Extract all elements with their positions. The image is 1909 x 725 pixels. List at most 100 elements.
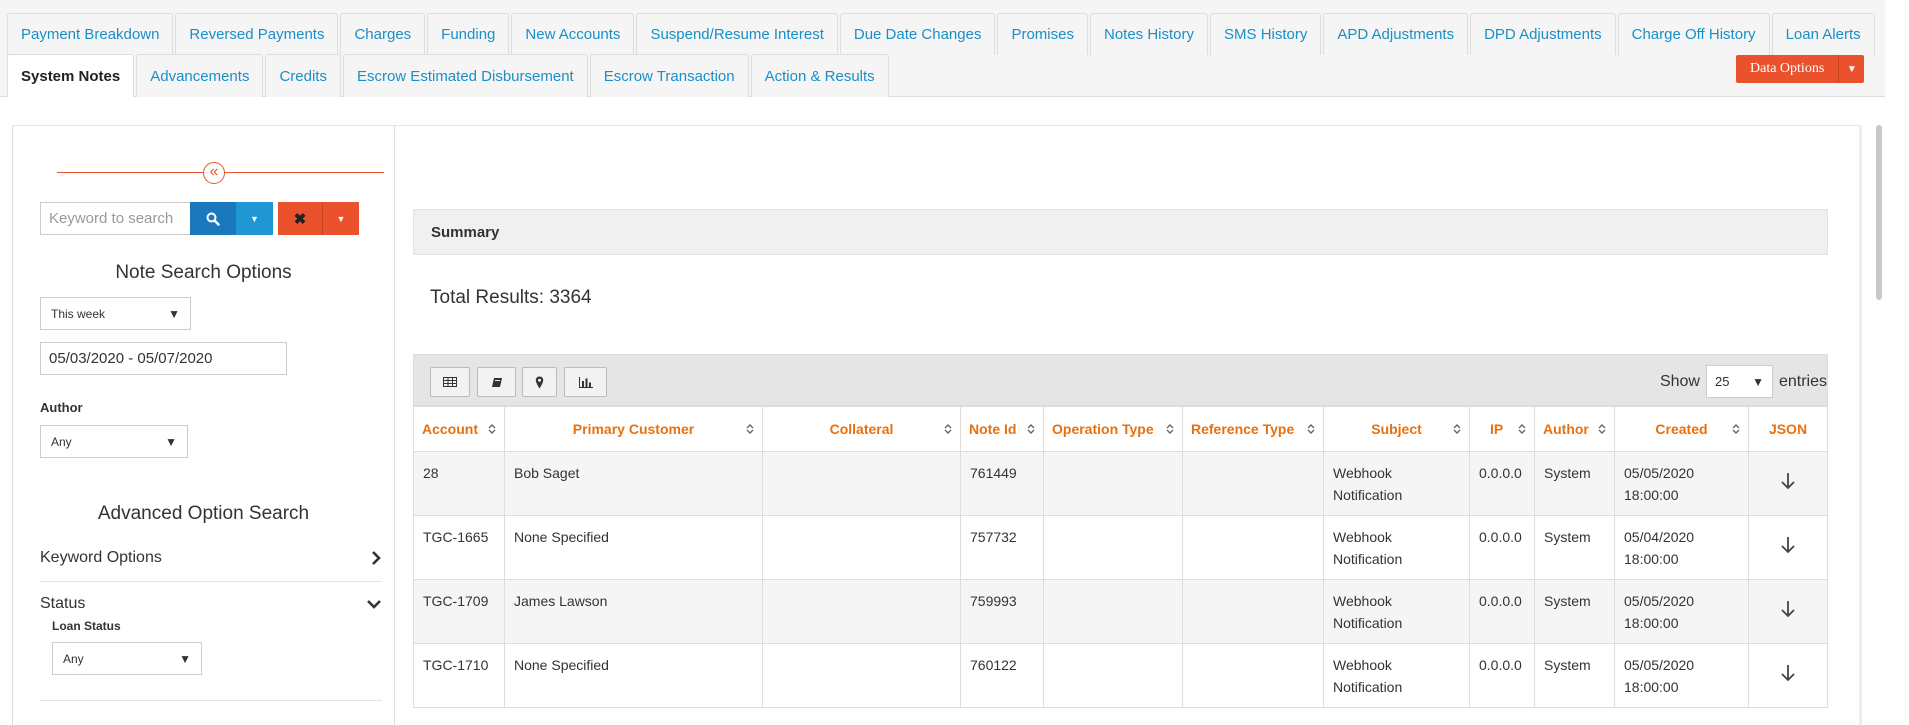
sort-icon <box>944 423 952 435</box>
tab-new-accounts[interactable]: New Accounts <box>511 13 635 55</box>
chart-view-button[interactable] <box>564 367 607 397</box>
tab-system-notes[interactable]: System Notes <box>7 54 135 97</box>
bar-chart-icon <box>578 376 593 388</box>
data-options-caret-button[interactable]: ▼ <box>1838 55 1865 83</box>
tab-due-date-changes[interactable]: Due Date Changes <box>839 13 996 55</box>
cell-json <box>1748 643 1828 708</box>
cell-created: 05/05/2020 18:00:00 <box>1614 643 1749 708</box>
tab-notes-history[interactable]: Notes History <box>1089 13 1209 55</box>
column-header-note-id[interactable]: Note Id <box>960 406 1044 452</box>
search-button[interactable] <box>190 202 236 235</box>
search-icon <box>206 212 220 226</box>
cell-ip: 0.0.0.0 <box>1469 451 1535 516</box>
system-notes-table: Account Primary Customer Collateral Note… <box>413 406 1828 708</box>
status-label: Status <box>40 595 86 612</box>
cell-reference-type <box>1182 451 1324 516</box>
tab-suspend-resume-interest[interactable]: Suspend/Resume Interest <box>636 13 838 55</box>
keyword-search-input[interactable] <box>40 202 190 235</box>
tab-payment-breakdown[interactable]: Payment Breakdown <box>7 13 174 55</box>
cell-author: System <box>1534 579 1615 644</box>
search-options-caret-button[interactable]: ▼ <box>236 202 273 235</box>
dropdown-arrow-icon: ▼ <box>168 306 180 321</box>
keyword-options-toggle[interactable]: Keyword Options <box>40 549 382 567</box>
tab-charge-off-history[interactable]: Charge Off History <box>1617 13 1770 55</box>
tab-funding[interactable]: Funding <box>427 13 510 55</box>
accordion-divider <box>40 581 382 582</box>
book-view-button[interactable] <box>477 367 516 397</box>
table-row[interactable]: TGC-1710 None Specified 760122 Webhook No… <box>413 643 1828 708</box>
data-options-button[interactable]: Data Options <box>1736 55 1839 83</box>
status-toggle[interactable]: Status <box>40 595 382 613</box>
cell-note-id: 757732 <box>960 515 1044 580</box>
inner-scrollbar-track[interactable] <box>1859 125 1862 725</box>
column-header-created[interactable]: Created <box>1614 406 1749 452</box>
cell-operation-type <box>1043 579 1183 644</box>
column-header-reference-type[interactable]: Reference Type <box>1182 406 1324 452</box>
tab-bar: Payment Breakdown Reversed Payments Char… <box>0 0 1885 97</box>
column-header-primary-customer[interactable]: Primary Customer <box>504 406 763 452</box>
cell-author: System <box>1534 451 1615 516</box>
arrow-down-icon[interactable] <box>1780 471 1796 491</box>
table-row[interactable]: 28 Bob Saget 761449 Webhook Notification … <box>413 451 1828 516</box>
tab-escrow-transaction[interactable]: Escrow Transaction <box>589 54 749 97</box>
table-view-button[interactable] <box>430 367 470 397</box>
author-select[interactable]: Any ▼ <box>40 425 188 458</box>
table-row[interactable]: TGC-1665 None Specified 757732 Webhook No… <box>413 515 1828 580</box>
tab-reversed-payments[interactable]: Reversed Payments <box>175 13 339 55</box>
cell-note-id: 759993 <box>960 579 1044 644</box>
cell-subject: Webhook Notification <box>1323 643 1470 708</box>
tab-escrow-estimated-disbursement[interactable]: Escrow Estimated Disbursement <box>342 54 588 97</box>
table-row[interactable]: TGC-1709 James Lawson 759993 Webhook Noti… <box>413 579 1828 644</box>
tab-charges[interactable]: Charges <box>340 13 426 55</box>
caret-down-icon: ▼ <box>1846 63 1857 75</box>
subject-line-1: Webhook <box>1333 529 1392 545</box>
column-header-author[interactable]: Author <box>1534 406 1615 452</box>
period-select[interactable]: This week ▼ <box>40 297 191 330</box>
page-size-value: 25 <box>1714 374 1730 389</box>
summary-label: Summary <box>431 223 500 241</box>
cell-collateral <box>762 579 961 644</box>
cell-reference-type <box>1182 579 1324 644</box>
sort-icon <box>1518 423 1526 435</box>
tab-advancements[interactable]: Advancements <box>136 54 264 97</box>
cell-collateral <box>762 643 961 708</box>
cell-reference-type <box>1182 515 1324 580</box>
tab-loan-alerts[interactable]: Loan Alerts <box>1771 13 1875 55</box>
page-scrollbar-thumb[interactable] <box>1876 125 1882 300</box>
clear-search-button[interactable]: ✖ <box>278 202 322 235</box>
column-header-json: JSON <box>1748 406 1828 452</box>
arrow-down-icon[interactable] <box>1780 599 1796 619</box>
collapse-sidebar-button[interactable]: « <box>203 162 225 184</box>
tab-sms-history[interactable]: SMS History <box>1210 13 1322 55</box>
column-header-operation-type[interactable]: Operation Type <box>1043 406 1183 452</box>
column-header-label: Operation Type <box>1052 421 1154 437</box>
column-header-label: Note Id <box>969 421 1017 437</box>
created-time: 18:00:00 <box>1624 615 1679 631</box>
tab-promises[interactable]: Promises <box>997 13 1088 55</box>
tab-credits[interactable]: Credits <box>265 54 341 97</box>
page-size-select[interactable]: 25 ▼ <box>1705 365 1773 398</box>
column-header-account[interactable]: Account <box>413 406 505 452</box>
cell-reference-type <box>1182 643 1324 708</box>
clear-options-caret-button[interactable]: ▼ <box>322 202 359 235</box>
subject-line-2: Notification <box>1333 679 1403 695</box>
column-header-label: Created <box>1655 421 1708 437</box>
map-view-button[interactable] <box>522 367 557 397</box>
total-results: Total Results: 3364 <box>430 287 592 308</box>
column-header-label: IP <box>1490 421 1504 437</box>
arrow-down-icon[interactable] <box>1780 663 1796 683</box>
tab-apd-adjustments[interactable]: APD Adjustments <box>1323 13 1469 55</box>
tab-dpd-adjustments[interactable]: DPD Adjustments <box>1470 13 1616 55</box>
cell-primary-customer: Bob Saget <box>504 451 763 516</box>
tab-action-results[interactable]: Action & Results <box>750 54 889 97</box>
loan-status-select[interactable]: Any ▼ <box>52 642 202 675</box>
column-header-subject[interactable]: Subject <box>1323 406 1470 452</box>
dropdown-arrow-icon: ▼ <box>179 651 191 666</box>
arrow-down-icon[interactable] <box>1780 535 1796 555</box>
column-header-ip[interactable]: IP <box>1469 406 1535 452</box>
double-chevron-left-icon: « <box>209 163 219 180</box>
cell-created: 05/05/2020 18:00:00 <box>1614 579 1749 644</box>
summary-panel-header: Summary <box>413 209 1828 255</box>
column-header-collateral[interactable]: Collateral <box>762 406 961 452</box>
date-range-input[interactable]: 05/03/2020 - 05/07/2020 <box>40 342 287 375</box>
